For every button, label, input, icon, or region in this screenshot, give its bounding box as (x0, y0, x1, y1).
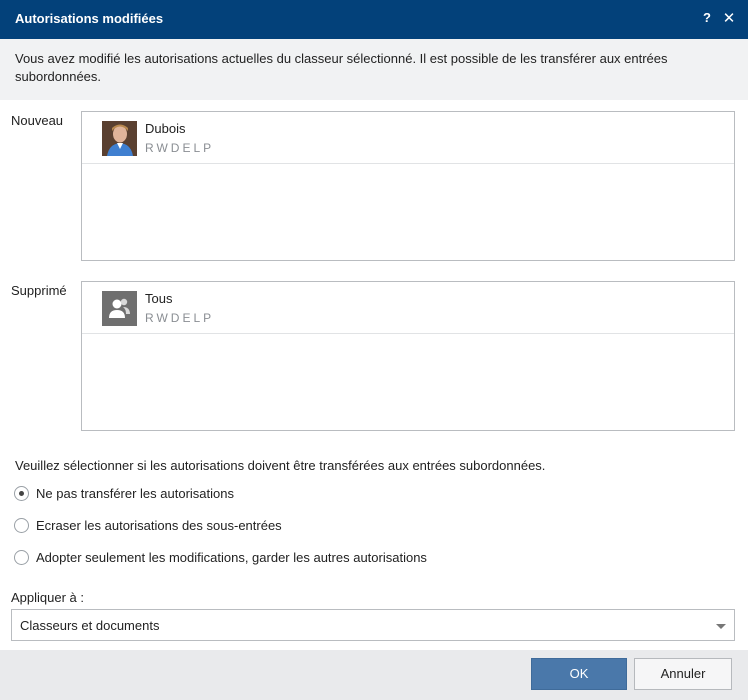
info-message: Vous avez modifié les autorisations actu… (15, 51, 668, 84)
radio-no-transfer[interactable]: Ne pas transférer les autorisations (14, 484, 234, 502)
deleted-permissions-list[interactable]: Tous RWDELP (81, 281, 735, 431)
apply-to-value: Classeurs et documents (20, 618, 160, 633)
dialog-title: Autorisations modifiées (15, 11, 164, 26)
entry-rights: RWDELP (145, 141, 215, 155)
ok-button[interactable]: OK (531, 658, 627, 690)
radio-adopt-changes[interactable]: Adopter seulement les modifications, gar… (14, 548, 427, 566)
radio-overwrite[interactable]: Ecraser les autorisations des sous-entré… (14, 516, 282, 534)
radio-button-checked[interactable] (14, 485, 29, 501)
user-photo-icon (102, 121, 137, 156)
transfer-question: Veuillez sélectionner si les autorisatio… (15, 458, 546, 473)
new-section-label: Nouveau (11, 113, 64, 128)
group-icon (102, 291, 137, 326)
radio-button[interactable] (14, 549, 29, 565)
close-button[interactable]: ✕ (722, 10, 736, 28)
entry-name: Dubois (145, 121, 186, 136)
dialog-footer: OK Annuler (0, 650, 748, 700)
entry-name: Tous (145, 291, 173, 306)
radio-button[interactable] (14, 517, 29, 533)
apply-to-select[interactable]: Classeurs et documents (11, 609, 735, 641)
permission-entry-dubois[interactable]: Dubois RWDELP (82, 112, 734, 164)
radio-label: Ne pas transférer les autorisations (36, 485, 234, 501)
entry-rights: RWDELP (145, 311, 215, 325)
apply-to-label: Appliquer à : (11, 590, 84, 605)
radio-label: Ecraser les autorisations des sous-entré… (36, 517, 282, 533)
cancel-button[interactable]: Annuler (634, 658, 732, 690)
new-permissions-list[interactable]: Dubois RWDELP (81, 111, 735, 261)
dialog-titlebar: Autorisations modifiées ? ✕ (0, 0, 748, 39)
radio-label: Adopter seulement les modifications, gar… (36, 549, 427, 565)
info-panel: Vous avez modifié les autorisations actu… (0, 39, 748, 100)
chevron-down-icon (716, 624, 726, 629)
permission-entry-tous[interactable]: Tous RWDELP (82, 282, 734, 334)
deleted-section-label: Supprimé (11, 283, 67, 298)
help-button[interactable]: ? (701, 10, 713, 28)
